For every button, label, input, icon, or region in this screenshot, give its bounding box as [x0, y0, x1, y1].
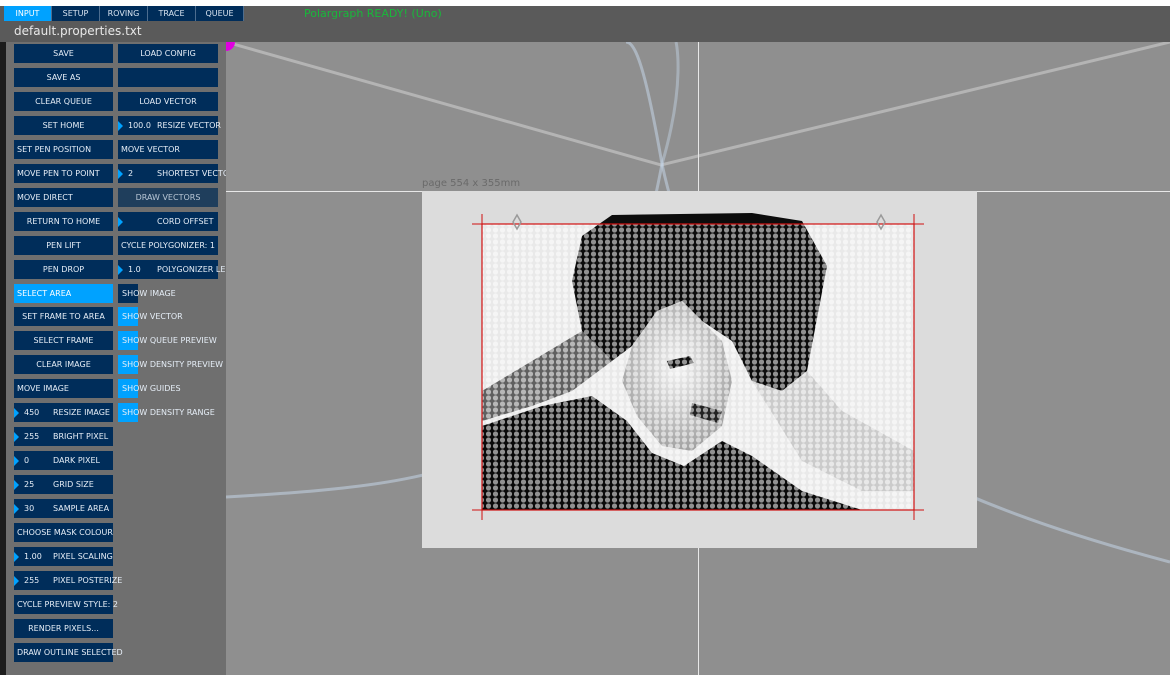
drawing-canvas[interactable]: page 554 x 355mm — [226, 42, 1170, 675]
increment-arrow-icon[interactable] — [14, 408, 19, 418]
show-queue-preview-toggle[interactable]: SHOW QUEUE PREVIEW — [118, 331, 228, 350]
polygonizer-length-numberbox[interactable]: 1.0 POLYGONIZER LENGTH — [118, 260, 248, 279]
save-as-button[interactable]: SAVE AS — [14, 68, 113, 87]
increment-arrow-icon[interactable] — [14, 456, 19, 466]
numberbox-label: RESIZE VECTOR — [157, 121, 221, 130]
status-text: Polargraph READY! (Uno) — [304, 7, 442, 20]
return-to-home-button[interactable]: RETURN TO HOME — [14, 212, 113, 231]
set-frame-to-area-button[interactable]: SET FRAME TO AREA — [14, 307, 113, 326]
pen-drop-button[interactable]: PEN DROP — [14, 260, 113, 279]
increment-arrow-icon[interactable] — [118, 169, 123, 179]
sample-area-numberbox[interactable]: 30 SAMPLE AREA — [14, 499, 113, 518]
clear-queue-button[interactable]: CLEAR QUEUE — [14, 92, 113, 111]
toggle-label: SHOW VECTOR — [122, 312, 183, 321]
show-guides-toggle[interactable]: SHOW GUIDES — [118, 379, 228, 398]
numberbox-label: DARK PIXEL — [53, 456, 101, 465]
numberbox-value: 255 — [24, 432, 40, 441]
numberbox-label: BRIGHT PIXEL — [53, 432, 109, 441]
move-direct-button[interactable]: MOVE DIRECT — [14, 188, 113, 207]
cord-offset-numberbox[interactable]: CORD OFFSET — [118, 212, 218, 231]
render-pixels-button[interactable]: RENDER PIXELS... — [14, 619, 113, 638]
resize-vector-numberbox[interactable]: 100.0 RESIZE VECTOR — [118, 116, 221, 135]
increment-arrow-icon[interactable] — [14, 432, 19, 442]
numberbox-value: 255 — [24, 576, 40, 585]
numberbox-label: SHORTEST VECTOR — [157, 169, 235, 178]
show-image-toggle[interactable]: SHOW IMAGE — [118, 284, 228, 303]
numberbox-label: SAMPLE AREA — [53, 504, 110, 513]
toggle-label: SHOW QUEUE PREVIEW — [122, 336, 217, 345]
select-frame-button[interactable]: SELECT FRAME — [14, 331, 113, 350]
pixel-posterize-numberbox[interactable]: 255 PIXEL POSTERIZE — [14, 571, 122, 590]
clear-image-button[interactable]: CLEAR IMAGE — [14, 355, 113, 374]
move-image-button[interactable]: MOVE IMAGE — [14, 379, 113, 398]
increment-arrow-icon[interactable] — [118, 265, 123, 275]
bright-pixel-numberbox[interactable]: 255 BRIGHT PIXEL — [14, 427, 113, 446]
cycle-preview-style-2-button[interactable]: CYCLE PREVIEW STYLE: 2 — [14, 595, 118, 614]
load-config-button[interactable]: LOAD CONFIG — [118, 44, 218, 63]
blank-button[interactable] — [118, 68, 218, 87]
draw-outline-selected-button[interactable]: DRAW OUTLINE SELECTED — [14, 643, 123, 662]
select-area-button[interactable]: SELECT AREA — [14, 284, 113, 303]
pen-lift-button[interactable]: PEN LIFT — [14, 236, 113, 255]
show-density-preview-toggle[interactable]: SHOW DENSITY PREVIEW — [118, 355, 228, 374]
increment-arrow-icon[interactable] — [14, 480, 19, 490]
tab-setup[interactable]: SETUP — [52, 6, 100, 21]
resize-image-numberbox[interactable]: 450 RESIZE IMAGE — [14, 403, 113, 422]
page-area[interactable] — [422, 191, 977, 548]
numberbox-value: 2 — [128, 169, 134, 178]
increment-arrow-icon[interactable] — [14, 504, 19, 514]
rendered-portrait-image — [472, 213, 924, 520]
tab-trace[interactable]: TRACE — [148, 6, 196, 21]
tab-bar: INPUT SETUP ROVING TRACE QUEUE — [4, 6, 244, 21]
page-size-label: page 554 x 355mm — [422, 178, 521, 189]
numberbox-value: 25 — [24, 480, 35, 489]
toggle-label: SHOW IMAGE — [122, 289, 176, 298]
tab-queue[interactable]: QUEUE — [196, 6, 244, 21]
numberbox-label: PIXEL POSTERIZE — [53, 576, 123, 585]
show-density-range-toggle[interactable]: SHOW DENSITY RANGE — [118, 403, 228, 422]
properties-filename: default.properties.txt — [14, 24, 142, 38]
numberbox-label: PIXEL SCALING — [53, 552, 113, 561]
pixel-scaling-numberbox[interactable]: 1.00 PIXEL SCALING — [14, 547, 113, 566]
numberbox-label: RESIZE IMAGE — [53, 408, 110, 417]
increment-arrow-icon[interactable] — [14, 552, 19, 562]
tab-input[interactable]: INPUT — [4, 6, 52, 21]
set-home-button[interactable]: SET HOME — [14, 116, 113, 135]
numberbox-value: 100.0 — [128, 121, 151, 130]
move-pen-to-point-button[interactable]: MOVE PEN TO POINT — [14, 164, 113, 183]
grid-size-numberbox[interactable]: 25 GRID SIZE — [14, 475, 113, 494]
cycle-polygonizer-1-button[interactable]: CYCLE POLYGONIZER: 1 — [118, 236, 218, 255]
draw-vectors-button[interactable]: DRAW VECTORS — [118, 188, 218, 207]
numberbox-value: 1.0 — [128, 265, 141, 274]
numberbox-label: CORD OFFSET — [157, 217, 214, 226]
numberbox-value: 0 — [24, 456, 30, 465]
increment-arrow-icon[interactable] — [14, 576, 19, 586]
load-vector-button[interactable]: LOAD VECTOR — [118, 92, 218, 111]
toggle-label: SHOW GUIDES — [122, 384, 181, 393]
numberbox-value: 1.00 — [24, 552, 42, 561]
tab-roving[interactable]: ROVING — [100, 6, 148, 21]
control-panel: SAVE SAVE AS CLEAR QUEUE SET HOME SET PEN PO… — [6, 42, 248, 675]
numberbox-value: 30 — [24, 504, 35, 513]
increment-arrow-icon[interactable] — [118, 121, 123, 131]
save-button[interactable]: SAVE — [14, 44, 113, 63]
numberbox-value: 450 — [24, 408, 40, 417]
move-vector-button[interactable]: MOVE VECTOR — [118, 140, 218, 159]
toggle-label: SHOW DENSITY RANGE — [122, 408, 215, 417]
set-pen-position-button[interactable]: SET PEN POSITION — [14, 140, 113, 159]
choose-mask-colour-button[interactable]: CHOOSE MASK COLOUR — [14, 523, 113, 542]
increment-arrow-icon[interactable] — [118, 217, 123, 227]
numberbox-label: GRID SIZE — [53, 480, 94, 489]
dark-pixel-numberbox[interactable]: 0 DARK PIXEL — [14, 451, 113, 470]
shortest-vector-numberbox[interactable]: 2 SHORTEST VECTOR — [118, 164, 235, 183]
show-vector-toggle[interactable]: SHOW VECTOR — [118, 307, 228, 326]
toggle-label: SHOW DENSITY PREVIEW — [122, 360, 224, 369]
